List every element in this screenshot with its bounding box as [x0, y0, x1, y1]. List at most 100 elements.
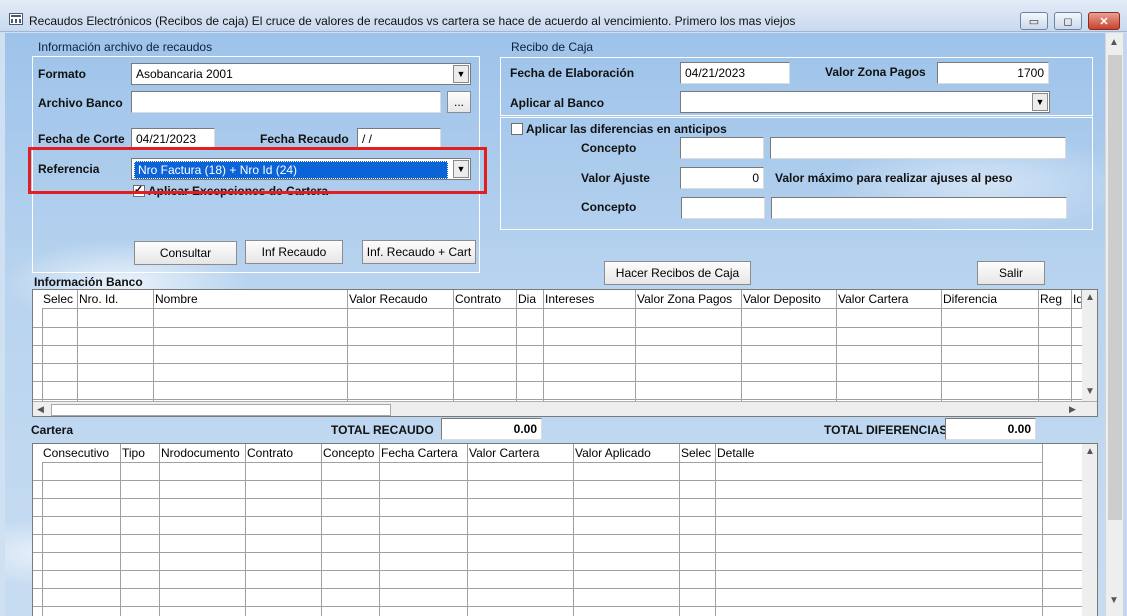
scroll-down-icon[interactable]: ▼	[1085, 386, 1095, 397]
close-icon: ✕	[1099, 15, 1109, 28]
column-header[interactable]: Tipo	[121, 444, 160, 463]
chevron-down-icon[interactable]: ▼	[453, 65, 469, 83]
concepto2-code-input[interactable]	[681, 197, 765, 219]
window-vscroll-thumb[interactable]	[1108, 55, 1122, 520]
column-header[interactable]: Valor Cartera	[468, 444, 574, 463]
consultar-button[interactable]: Consultar	[134, 241, 237, 265]
grid-divider	[453, 290, 454, 401]
fecha-corte-label: Fecha de Corte	[38, 132, 125, 146]
fecha-elaboracion-input[interactable]: 04/21/2023	[680, 62, 790, 84]
column-header[interactable]: Nombre	[154, 290, 348, 309]
column-header[interactable]: Contrato	[246, 444, 322, 463]
scroll-up-icon[interactable]: ▲	[1085, 446, 1095, 457]
concepto2-label: Concepto	[581, 200, 637, 214]
hscroll-thumb[interactable]	[51, 404, 391, 416]
concepto2-desc-input[interactable]	[771, 197, 1067, 219]
salir-button[interactable]: Salir	[977, 261, 1045, 285]
table-row	[33, 399, 1082, 400]
column-header[interactable]: Selec	[42, 290, 78, 309]
valor-ajuste-input[interactable]: 0	[680, 167, 764, 189]
grid-divider	[573, 444, 574, 616]
archivo-banco-input[interactable]	[131, 91, 441, 113]
referencia-highlight-box	[28, 147, 487, 194]
column-header[interactable]: Dia	[517, 290, 544, 309]
table-row	[33, 381, 1082, 382]
scroll-left-icon[interactable]: ◀	[37, 404, 44, 415]
column-header[interactable]: Valor Deposito	[742, 290, 837, 309]
table-row	[33, 552, 1082, 553]
table-row	[33, 588, 1082, 589]
grid-divider	[159, 444, 160, 616]
cartera-grid-vscroll[interactable]: ▲	[1082, 444, 1097, 616]
formato-label: Formato	[38, 67, 86, 81]
table-row	[33, 498, 1082, 499]
grid-divider	[77, 290, 78, 401]
chevron-down-icon[interactable]: ▼	[1032, 93, 1048, 111]
column-header[interactable]: Consecutivo	[42, 444, 121, 463]
browse-file-button[interactable]: ...	[447, 91, 471, 113]
column-header[interactable]: Valor Cartera	[837, 290, 942, 309]
grid-divider	[543, 290, 544, 401]
diferencias-label: Aplicar las diferencias en anticipos	[526, 122, 727, 136]
inf-recaudo-button[interactable]: Inf Recaudo	[245, 240, 343, 264]
table-row	[33, 327, 1082, 328]
form-client-area: Información archivo de recaudos Formato …	[5, 33, 1105, 616]
maximize-icon: ◻	[1063, 15, 1073, 28]
valor-maximo-label: Valor máximo para realizar ajuses al pes…	[775, 171, 1013, 185]
column-header[interactable]: Valor Zona Pagos	[636, 290, 742, 309]
column-header[interactable]: Valor Aplicado	[574, 444, 680, 463]
table-row	[33, 480, 1082, 481]
column-header[interactable]: Id	[1072, 290, 1082, 309]
grid-divider	[321, 444, 322, 616]
inf-recaudo-cart-button[interactable]: Inf. Recaudo + Cart	[362, 240, 476, 264]
info-recaudos-title: Información archivo de recaudos	[38, 40, 213, 54]
grid-divider	[42, 444, 43, 616]
column-header[interactable]: Intereses	[544, 290, 636, 309]
column-header[interactable]: Contrato	[454, 290, 517, 309]
grid-divider	[467, 444, 468, 616]
window-vscroll[interactable]: ▲ ▼	[1105, 33, 1123, 616]
column-header[interactable]: Reg	[1039, 290, 1072, 309]
column-header[interactable]: Selec	[680, 444, 716, 463]
concepto1-desc-input[interactable]	[770, 137, 1066, 159]
scroll-up-icon[interactable]: ▲	[1109, 37, 1119, 48]
scroll-right-icon[interactable]: ▶	[1069, 404, 1076, 415]
grid-divider	[741, 290, 742, 401]
grid-divider	[836, 290, 837, 401]
table-row	[33, 345, 1082, 346]
close-button[interactable]: ✕	[1088, 12, 1120, 30]
grid-divider	[715, 444, 716, 616]
column-header[interactable]: Diferencia	[942, 290, 1039, 309]
column-header[interactable]: Valor Recaudo	[348, 290, 454, 309]
grid-divider	[347, 290, 348, 401]
aplicar-banco-label: Aplicar al Banco	[510, 96, 605, 110]
aplicar-banco-select[interactable]: ▼	[680, 91, 1050, 113]
minimize-button[interactable]: ▭	[1020, 12, 1048, 30]
scroll-down-icon[interactable]: ▼	[1109, 595, 1119, 606]
banco-grid-hscroll[interactable]: ◀ ▶	[33, 401, 1097, 416]
window-title: Recaudos Electrónicos (Recibos de caja) …	[29, 14, 796, 28]
grid-divider	[941, 290, 942, 401]
grid-divider	[153, 290, 154, 401]
table-row	[33, 516, 1082, 517]
formato-select[interactable]: Asobancaria 2001 ▼	[131, 63, 471, 85]
maximize-button[interactable]: ◻	[1054, 12, 1082, 30]
hacer-recibos-button[interactable]: Hacer Recibos de Caja	[604, 261, 751, 285]
scroll-up-icon[interactable]: ▲	[1085, 292, 1095, 303]
column-header[interactable]: Fecha Cartera	[380, 444, 468, 463]
window-titlebar: Recaudos Electrónicos (Recibos de caja) …	[0, 0, 1127, 32]
banco-grid[interactable]: Selec Nro. Id. Nombre Valor Recaudo Cont…	[32, 289, 1098, 417]
column-header[interactable]: Nro. Id.	[78, 290, 154, 309]
banco-grid-vscroll[interactable]: ▲ ▼	[1082, 290, 1097, 401]
cartera-grid[interactable]: Consecutivo Tipo Nrodocumento Contrato C…	[32, 443, 1098, 616]
table-row	[33, 606, 1082, 607]
valor-ajuste-label: Valor Ajuste	[581, 171, 650, 185]
column-header[interactable]: Concepto	[322, 444, 380, 463]
valor-zona-pagos-input[interactable]: 1700	[937, 62, 1049, 84]
total-diferencias-label: TOTAL DIFERENCIAS	[824, 423, 948, 437]
grid-divider	[1038, 290, 1039, 401]
column-header[interactable]: Detalle	[716, 444, 1043, 463]
column-header[interactable]: Nrodocumento	[160, 444, 246, 463]
diferencias-checkbox[interactable]	[511, 123, 523, 135]
concepto1-code-input[interactable]	[680, 137, 764, 159]
